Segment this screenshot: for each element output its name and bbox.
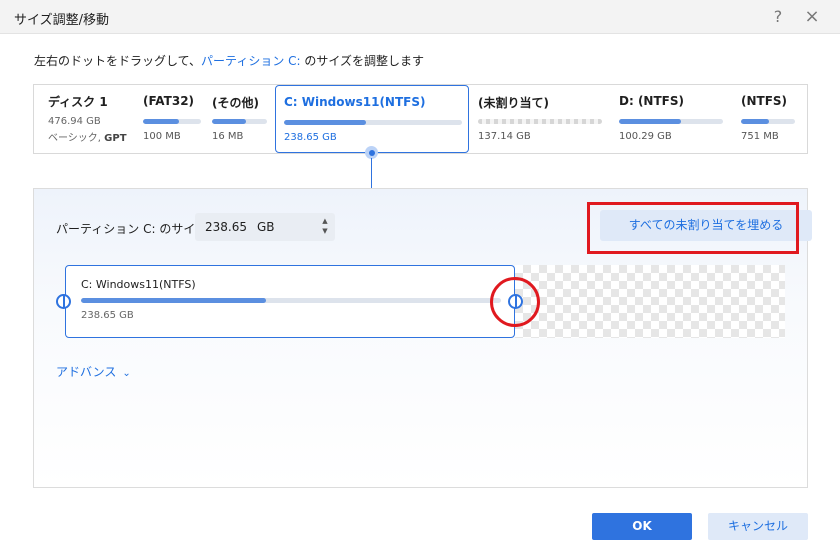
title-bar: サイズ調整/移動 ? × [0,0,840,34]
card-usage-bar [81,298,501,303]
close-icon[interactable]: × [800,5,824,29]
help-icon[interactable]: ? [766,5,790,29]
partition-size-input[interactable]: 238.65 GB ▲ ▼ [195,213,335,241]
partition-size: 100.29 GB [619,131,672,142]
window-title: サイズ調整/移動 [14,13,109,28]
left-resize-handle-icon[interactable] [56,294,71,309]
partition-usage-bar [478,119,602,124]
partition-size: 238.65 GB [284,132,337,143]
partition-size-label: パーティション C: のサイズ [56,222,207,236]
partition-card: C: Windows11(NTFS) 238.65 GB [65,265,515,338]
partition-fat32[interactable]: (FAT32) 100 MB [143,85,207,153]
selection-connector-line [371,158,372,189]
disk-partition-map: ディスク 1 476.94 GB ベーシック, GPT (FAT32) 100 … [33,84,808,154]
chevron-down-icon: ⌄ [122,368,131,379]
disk-info: ディスク 1 476.94 GB ベーシック, GPT [48,93,127,144]
highlight-box-annotation [587,202,799,254]
advanced-toggle[interactable]: アドバンス ⌄ [56,363,131,380]
partition-size: 751 MB [741,131,779,142]
partition-usage-bar [143,119,201,124]
partition-usage-bar [741,119,795,124]
card-size: 238.65 GB [81,310,134,321]
partition-usage-bar [284,120,462,125]
instruction-suffix: のサイズを調整します [300,54,425,68]
partition-size: 100 MB [143,131,181,142]
instruction-partition-link: パーティション C: [201,54,301,68]
resize-panel: パーティション C: のサイズ 238.65 GB ▲ ▼ すべての未割り当てを埋… [33,188,812,488]
disk-size: 476.94 GB [48,116,101,127]
card-title: C: Windows11(NTFS) [81,278,196,291]
size-stepper-icon[interactable]: ▲ ▼ [319,216,331,238]
partition-name: (未割り当て) [478,96,549,110]
resize-area: C: Windows11(NTFS) 238.65 GB [56,265,785,338]
disk-type: ベーシック, GPT [48,133,127,144]
partition-d[interactable]: D: (NTFS) 100.29 GB [619,85,727,153]
unallocated-region [515,265,785,338]
partition-other[interactable]: (その他) 16 MB [212,85,270,153]
highlight-circle-annotation [490,277,540,327]
size-unit: GB [257,220,275,234]
partition-name: C: Windows11(NTFS) [284,95,426,109]
partition-ntfs[interactable]: (NTFS) 751 MB [741,85,799,153]
instruction-prefix: 左右のドットをドラッグして、 [34,54,202,68]
advanced-label: アドバンス [56,365,117,379]
ok-button[interactable]: OK [592,513,692,540]
partition-name: (FAT32) [143,94,195,108]
instruction-text: 左右のドットをドラッグして、パーティション C: のサイズを調整します [34,52,424,69]
size-value: 238.65 [205,220,247,234]
partition-unallocated[interactable]: (未割り当て) 137.14 GB [478,85,606,153]
partition-usage-bar [619,119,723,124]
partition-size: 16 MB [212,131,244,142]
partition-name: (その他) [212,96,259,110]
partition-usage-bar [212,119,267,124]
partition-name: (NTFS) [741,94,788,108]
partition-size: 137.14 GB [478,131,531,142]
disk-name: ディスク 1 [48,95,108,109]
partition-name: D: (NTFS) [619,94,684,108]
cancel-button[interactable]: キャンセル [708,513,808,540]
partition-c-selected[interactable]: C: Windows11(NTFS) 238.65 GB [275,85,469,153]
